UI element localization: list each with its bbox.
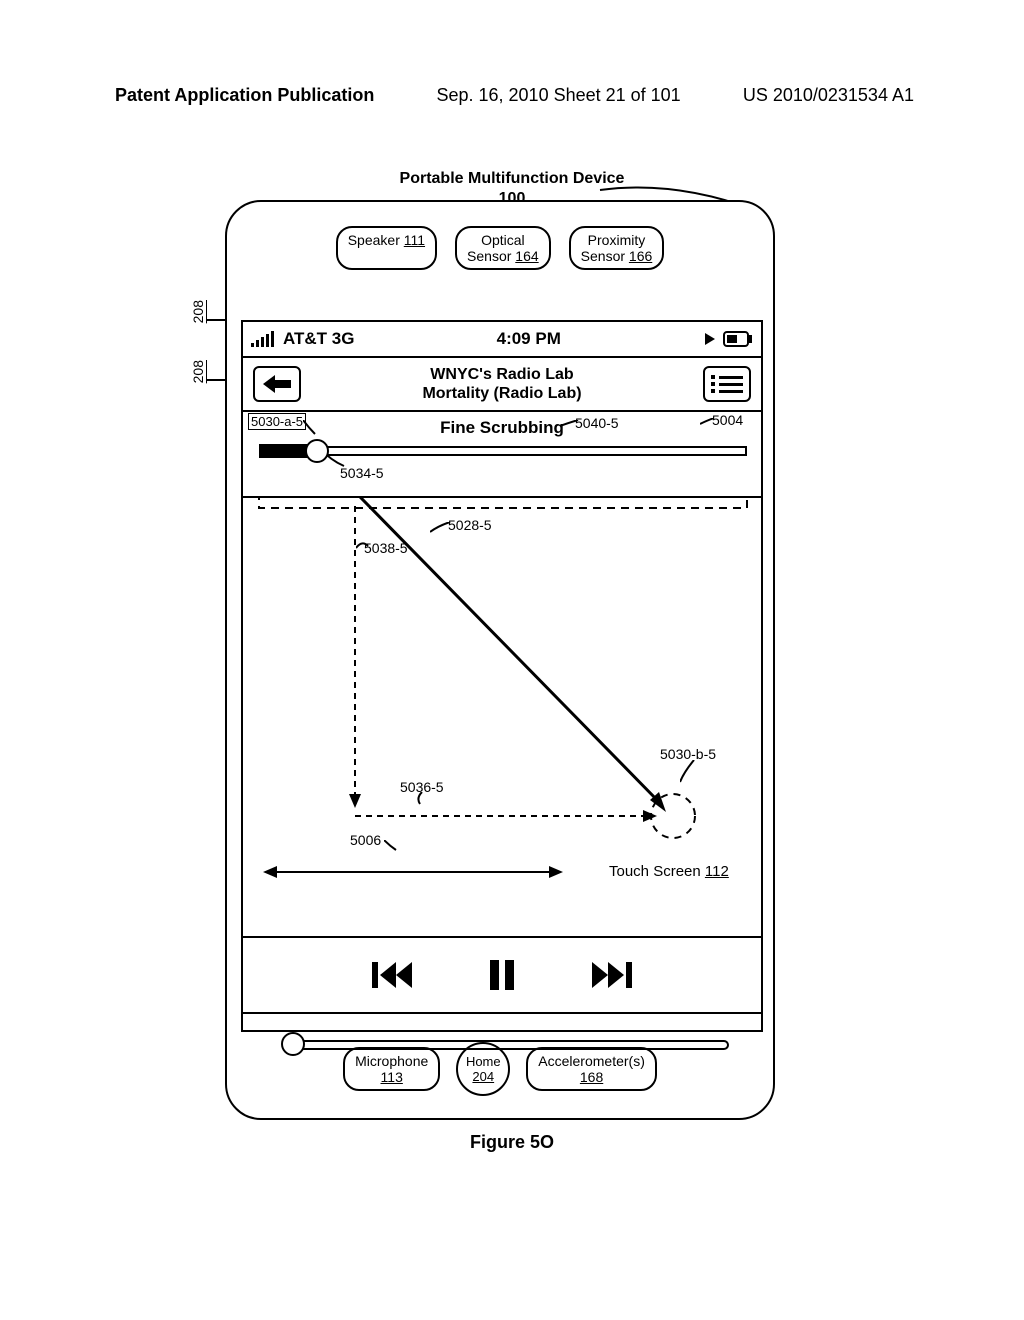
nav-title: WNYC's Radio Lab Mortality (Radio Lab) xyxy=(422,365,581,403)
device-frame: Speaker 111 Optical Sensor 164 Proximity… xyxy=(225,200,775,1120)
leader-5030b5-icon xyxy=(680,760,700,784)
carrier-text: AT&T 3G xyxy=(283,329,354,349)
scrub-mode-label: Fine Scrubbing xyxy=(243,418,761,438)
touch-screen[interactable]: AT&T 3G 4:09 PM WNYC's R xyxy=(241,320,763,1032)
status-time: 4:09 PM xyxy=(497,329,561,349)
figure-caption: Figure 5O xyxy=(0,1132,1024,1153)
previous-button[interactable] xyxy=(372,960,414,990)
sensor-row: Speaker 111 Optical Sensor 164 Proximity… xyxy=(227,226,773,270)
ref-208-b: 208 xyxy=(190,360,206,383)
header-center: Sep. 16, 2010 Sheet 21 of 101 xyxy=(436,85,680,106)
battery-icon xyxy=(723,331,753,347)
touchscreen-label: Touch Screen 112 xyxy=(609,863,729,880)
status-bar: AT&T 3G 4:09 PM xyxy=(243,322,761,358)
proximity-sensor: Proximity Sensor 166 xyxy=(569,226,665,270)
bottom-row: Microphone 113 Home 204 Accelerometer(s)… xyxy=(227,1042,773,1096)
play-indicator-icon xyxy=(703,332,717,346)
leader-5004-icon xyxy=(700,418,716,428)
list-button[interactable] xyxy=(703,366,751,402)
optical-sensor: Optical Sensor 164 xyxy=(455,226,551,270)
leader-5028-5-icon xyxy=(430,522,452,534)
signal-bars-icon xyxy=(251,331,277,347)
page-header: Patent Application Publication Sep. 16, … xyxy=(0,85,1024,106)
leader-5006-icon xyxy=(384,840,398,854)
ref-5040-5: 5040-5 xyxy=(575,415,619,431)
pause-button[interactable] xyxy=(488,960,516,990)
ref-5004: 5004 xyxy=(712,412,743,428)
header-right: US 2010/0231534 A1 xyxy=(743,85,914,106)
leader-5030a5-icon xyxy=(303,420,317,436)
back-arrow-icon xyxy=(263,375,291,393)
accelerometer-label: Accelerometer(s) 168 xyxy=(526,1047,657,1091)
speaker-sensor: Speaker 111 xyxy=(336,226,437,270)
microphone-label: Microphone 113 xyxy=(343,1047,440,1091)
ref-5038-5: 5038-5 xyxy=(364,540,408,556)
status-right xyxy=(703,331,753,347)
scrub-thumb[interactable] xyxy=(305,439,329,463)
device-title: Portable Multifunction Device xyxy=(0,170,1024,188)
scrub-area: Fine Scrubbing xyxy=(243,412,761,498)
next-button[interactable] xyxy=(590,960,632,990)
home-button[interactable]: Home 204 xyxy=(456,1042,510,1096)
transport-bar xyxy=(243,938,761,1014)
leader-5036-5-icon xyxy=(416,792,432,806)
content-area[interactable]: Touch Screen 112 xyxy=(243,498,761,938)
leader-5038-5-icon xyxy=(356,538,370,554)
ref-208-a: 208 xyxy=(190,300,206,323)
leader-5040-5-icon xyxy=(560,420,580,430)
ref-5034-5: 5034-5 xyxy=(340,465,384,481)
nav-bar: WNYC's Radio Lab Mortality (Radio Lab) xyxy=(243,358,761,412)
ref-5030-a-5: 5030-a-5 xyxy=(248,413,306,430)
status-left: AT&T 3G xyxy=(251,329,354,349)
back-button[interactable] xyxy=(253,366,301,402)
header-left: Patent Application Publication xyxy=(115,85,374,106)
ref-5006: 5006 xyxy=(350,832,381,848)
ref-5028-5: 5028-5 xyxy=(448,517,492,533)
